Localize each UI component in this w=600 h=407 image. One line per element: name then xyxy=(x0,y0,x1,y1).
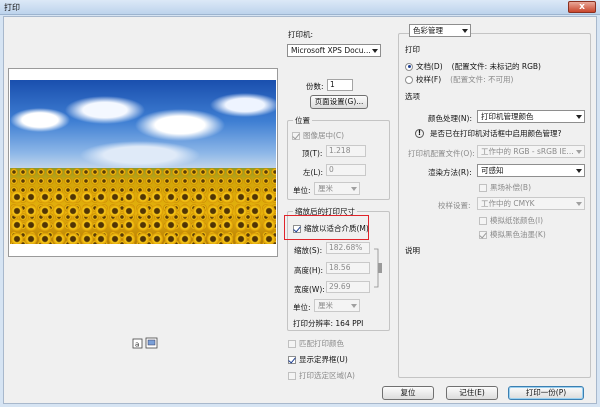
color-handling-select[interactable]: 打印机管理颜色 xyxy=(477,110,585,123)
print-selected-checkbox[interactable] xyxy=(288,371,296,380)
print-selected-option[interactable]: 打印选定区域(A) xyxy=(288,370,355,381)
scale-unit-select[interactable]: 厘米 xyxy=(314,299,360,312)
position-unit-select[interactable]: 厘米 xyxy=(314,182,360,195)
top-label: 顶(T): xyxy=(302,149,323,158)
link-proportions-icon xyxy=(374,248,382,288)
simulate-black-option[interactable]: 模拟黑色油墨(K) xyxy=(479,229,546,240)
simulate-paper-label: 模拟纸张颜色(I) xyxy=(490,216,544,225)
preview-sky xyxy=(10,80,276,172)
orientation-icon[interactable]: a xyxy=(132,337,160,349)
preview-sunflowers-front xyxy=(10,190,276,244)
chevron-down-icon xyxy=(576,115,582,119)
document-profile: (配置文件: 未标记的 RGB) xyxy=(451,62,541,71)
copies-label: 份数: xyxy=(306,82,324,91)
scale-to-fit-checkbox[interactable] xyxy=(293,224,301,233)
color-handling-label: 颜色处理(N): xyxy=(428,114,472,123)
print-one-button[interactable]: 打印一份(P) xyxy=(508,386,584,400)
title-bar: 打印 x xyxy=(0,0,600,15)
done-button[interactable]: 复位 xyxy=(382,386,434,400)
remember-button[interactable]: 记住(E) xyxy=(446,386,498,400)
height-input[interactable]: 18.56 xyxy=(326,262,370,274)
width-label: 宽度(W): xyxy=(294,285,325,294)
print-heading: 打印 xyxy=(405,45,420,54)
color-management-notice: ! 是否已在打印机对话框中启用颜色管理? xyxy=(415,128,561,139)
show-bbox-checkbox[interactable] xyxy=(288,355,296,364)
simulate-black-checkbox[interactable] xyxy=(479,230,487,239)
printer-label: 打印机: xyxy=(288,30,314,39)
black-point-option[interactable]: 黑场补偿(B) xyxy=(479,182,531,193)
copies-input[interactable]: 1 xyxy=(327,79,353,91)
center-image-checkbox[interactable] xyxy=(292,131,300,140)
document-option[interactable]: 文档(D) (配置文件: 未标记的 RGB) xyxy=(405,61,541,72)
document-label: 文档(D) xyxy=(416,62,443,71)
proof-profile: (配置文件: 不可用) xyxy=(450,75,514,84)
scale-label: 缩放(S): xyxy=(294,246,323,255)
center-image-label: 图像居中(C) xyxy=(303,131,345,140)
simulate-black-label: 模拟黑色油墨(K) xyxy=(490,230,546,239)
simulate-paper-option[interactable]: 模拟纸张颜色(I) xyxy=(479,215,543,226)
printer-profile-value: 工作中的 RGB - sRGB IE... xyxy=(481,147,574,156)
notice-text: 是否已在打印机对话框中启用颜色管理? xyxy=(430,129,562,138)
rendering-value: 可感知 xyxy=(481,166,504,175)
rendering-label: 渲染方法(R): xyxy=(428,168,472,177)
position-unit-label: 单位: xyxy=(293,186,311,195)
color-management-dropdown[interactable]: 色彩管理 xyxy=(409,24,471,37)
simulate-paper-checkbox[interactable] xyxy=(479,216,487,225)
printer-profile-label: 打印机配置文件(O): xyxy=(408,149,475,158)
scale-unit-value: 厘米 xyxy=(318,301,333,310)
width-input[interactable]: 29.69 xyxy=(326,281,370,293)
chevron-down-icon xyxy=(462,29,468,33)
chevron-down-icon xyxy=(576,150,582,154)
chevron-down-icon xyxy=(351,187,357,191)
close-button[interactable]: x xyxy=(568,1,596,13)
page-setup-button[interactable]: 页面设置(G)... xyxy=(310,95,368,109)
chevron-down-icon xyxy=(576,202,582,206)
proof-option[interactable]: 校样(F) (配置文件: 不可用) xyxy=(405,74,513,85)
printer-select[interactable]: Microsoft XPS Docu... xyxy=(287,44,381,57)
proof-setup-value: 工作中的 CMYK xyxy=(481,199,535,208)
black-point-label: 黑场补偿(B) xyxy=(490,183,531,192)
print-resolution: 打印分辨率: 164 PPI xyxy=(293,319,364,328)
center-image-option[interactable]: 图像居中(C) xyxy=(292,130,344,141)
print-selected-label: 打印选定区域(A) xyxy=(299,371,355,380)
match-colors-checkbox[interactable] xyxy=(288,339,296,348)
chevron-down-icon xyxy=(372,49,378,53)
height-label: 高度(H): xyxy=(294,266,324,275)
chevron-down-icon xyxy=(576,169,582,173)
show-bbox-label: 显示定界框(U) xyxy=(299,355,348,364)
document-radio[interactable] xyxy=(405,62,413,71)
color-handling-value: 打印机管理颜色 xyxy=(481,112,534,121)
description-heading: 说明 xyxy=(405,246,420,255)
left-input[interactable]: 0 xyxy=(326,164,366,176)
match-colors-label: 匹配打印颜色 xyxy=(299,339,344,348)
proof-setup-label: 校样设置: xyxy=(438,201,471,210)
options-heading: 选项 xyxy=(405,92,420,101)
info-icon: ! xyxy=(415,129,424,138)
show-bbox-option[interactable]: 显示定界框(U) xyxy=(288,354,348,365)
proof-radio[interactable] xyxy=(405,75,413,84)
proof-setup-select[interactable]: 工作中的 CMYK xyxy=(477,197,585,210)
window-title: 打印 xyxy=(4,3,20,12)
chevron-down-icon xyxy=(351,304,357,308)
rendering-select[interactable]: 可感知 xyxy=(477,164,585,177)
scale-to-fit-label: 缩放以适合介质(M) xyxy=(304,224,369,233)
scale-input[interactable]: 182.68% xyxy=(326,242,370,254)
scale-unit-label: 单位: xyxy=(293,303,311,312)
printer-profile-select[interactable]: 工作中的 RGB - sRGB IE... xyxy=(477,145,585,158)
preview-image[interactable] xyxy=(10,80,276,244)
color-management-value: 色彩管理 xyxy=(413,26,443,35)
svg-text:a: a xyxy=(135,341,139,349)
proof-label: 校样(F) xyxy=(416,75,442,84)
position-unit-value: 厘米 xyxy=(318,184,333,193)
scale-to-fit-option[interactable]: 缩放以适合介质(M) xyxy=(293,223,369,234)
match-colors-option[interactable]: 匹配打印颜色 xyxy=(288,338,344,349)
left-label: 左(L): xyxy=(303,168,324,177)
position-title: 位置 xyxy=(293,115,312,126)
top-input[interactable]: 1.218 xyxy=(326,145,366,157)
printer-value: Microsoft XPS Docu... xyxy=(291,46,371,55)
black-point-checkbox[interactable] xyxy=(479,183,487,192)
